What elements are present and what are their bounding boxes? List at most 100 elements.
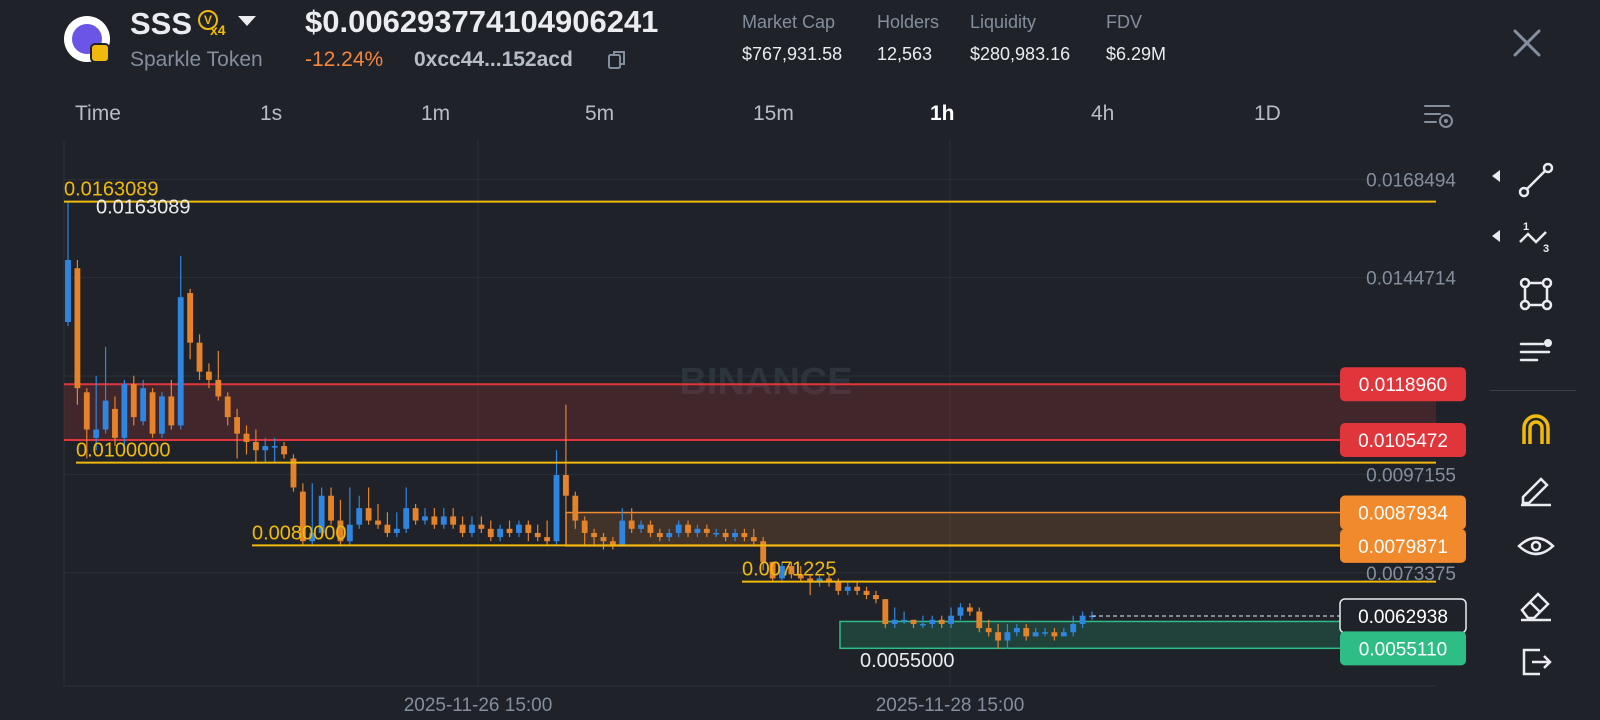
candle-body <box>346 524 353 542</box>
level-label: 0.0163089 <box>96 197 191 219</box>
candle <box>281 441 287 459</box>
candle-body <box>384 524 391 533</box>
candle <box>121 379 128 447</box>
price-tag-label: 0.0087934 <box>1358 504 1448 525</box>
price-tag-current: 0.0062938 <box>1339 598 1467 634</box>
candle <box>506 520 513 538</box>
candle-body <box>995 632 1001 641</box>
candle <box>534 524 541 542</box>
candle-body <box>328 495 334 521</box>
svg-text:1: 1 <box>1523 221 1529 233</box>
candle-body <box>1079 615 1086 624</box>
candle-body <box>562 475 569 496</box>
candle-body <box>948 615 954 624</box>
magnet-icon[interactable] <box>1516 410 1556 450</box>
candle <box>882 599 889 629</box>
candle-body <box>1060 632 1067 637</box>
candle-body <box>863 590 870 595</box>
candle <box>525 520 532 542</box>
candle-body <box>966 607 973 612</box>
candle-body <box>375 520 381 525</box>
candle-body <box>929 619 936 624</box>
indicator-icon[interactable] <box>1516 332 1556 372</box>
candle <box>393 512 400 538</box>
candle <box>328 487 334 525</box>
y-axis-label: 0.0097155 <box>1366 465 1456 486</box>
candle-body <box>440 516 447 525</box>
candle <box>450 508 457 529</box>
candle-body <box>666 532 673 538</box>
candle <box>159 392 165 438</box>
candle-body <box>271 446 278 448</box>
candle-body <box>478 524 485 529</box>
price-tag-resistance: 0.0118960 <box>1340 367 1466 402</box>
candle-body <box>1051 632 1058 637</box>
y-axis-label: 0.0144714 <box>1366 269 1456 290</box>
candle-body <box>121 384 128 438</box>
level-label: 0.0100000 <box>76 440 171 462</box>
candle-body <box>882 599 889 624</box>
candle-body <box>844 586 851 591</box>
candle-body <box>224 396 231 418</box>
candle-body <box>281 446 287 455</box>
fib-icon[interactable]: 1 3 <box>1516 218 1556 258</box>
price-tag-label: 0.0118960 <box>1359 375 1447 396</box>
candle <box>149 388 156 438</box>
shape-icon[interactable] <box>1516 274 1556 314</box>
candle-body <box>187 293 194 343</box>
candle-body <box>469 524 475 533</box>
candle-body <box>168 396 175 426</box>
candle-body <box>487 528 494 538</box>
candle-body <box>553 475 560 542</box>
candle-body <box>741 532 748 538</box>
candle-body <box>901 619 908 622</box>
candle <box>74 259 81 405</box>
candle <box>478 516 485 533</box>
eye-icon[interactable] <box>1516 526 1556 566</box>
expand-fib-arrow-icon[interactable] <box>1492 230 1500 242</box>
candle <box>516 520 522 538</box>
expand-trendline-arrow-icon[interactable] <box>1492 170 1500 182</box>
candle-body <box>656 532 663 538</box>
candle-body <box>393 528 400 533</box>
candle-body <box>262 446 269 451</box>
candle <box>844 582 851 595</box>
trendline-icon[interactable] <box>1516 160 1556 200</box>
candle-body <box>985 628 992 633</box>
exit-icon[interactable] <box>1516 642 1556 682</box>
eraser-icon[interactable] <box>1516 584 1556 624</box>
price-tag-label: 0.0062938 <box>1358 607 1448 628</box>
candle-body <box>732 532 738 538</box>
candle-body <box>873 595 879 600</box>
candle-body <box>572 495 579 521</box>
price-tag-order: 0.0087934 <box>1340 495 1466 530</box>
candle-body <box>600 537 607 542</box>
candle <box>65 202 71 327</box>
resistance-zone <box>64 384 1436 441</box>
candle-body <box>215 379 222 397</box>
candle-body <box>854 586 861 591</box>
candle-body <box>938 619 945 624</box>
candle <box>365 487 372 525</box>
candle-body <box>628 520 635 529</box>
candle-body <box>93 429 100 438</box>
candle-body <box>365 508 372 521</box>
candle <box>957 603 964 620</box>
candle-body <box>112 408 118 438</box>
candle <box>290 454 297 492</box>
candle-body <box>356 508 363 525</box>
candle <box>196 334 203 380</box>
candle-body <box>431 516 438 525</box>
candle-body <box>102 400 109 430</box>
candle-body <box>149 392 156 434</box>
candle-body <box>835 582 842 591</box>
candle-body <box>685 524 691 533</box>
y-axis-label: 0.0073375 <box>1366 564 1456 585</box>
candle <box>384 512 391 538</box>
price-chart[interactable]: BINANCE 0.01630890.01630890.01000000.008… <box>0 0 1600 720</box>
pencil-icon[interactable] <box>1516 468 1556 508</box>
toolbar-divider <box>1490 390 1576 391</box>
price-tag-support: 0.0055110 <box>1340 631 1466 666</box>
candle-body <box>581 520 588 533</box>
candle-body <box>619 520 626 546</box>
